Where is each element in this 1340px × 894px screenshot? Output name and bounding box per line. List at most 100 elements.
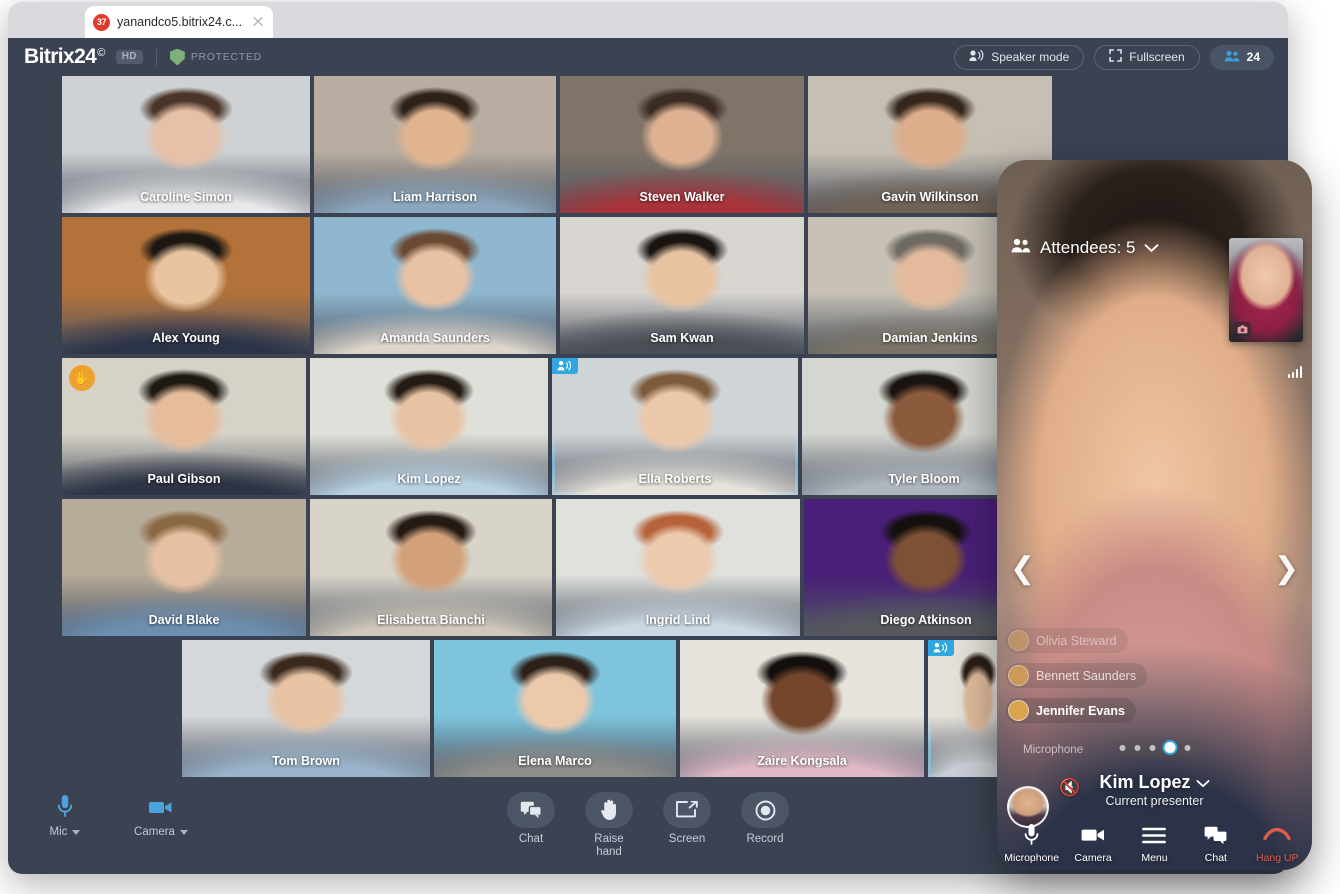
microphone-button[interactable]: Microphone (1003, 822, 1061, 864)
mobile-toolbar-button-label: Chat (1205, 852, 1227, 864)
microphone-icon (56, 792, 74, 822)
page-dot[interactable] (1119, 745, 1125, 751)
attendee-list-item[interactable]: Jennifer Evans (1006, 698, 1136, 723)
attendees-dropdown[interactable]: Attendees: 5 (1011, 238, 1159, 258)
next-page-arrow[interactable]: ❯ (1274, 554, 1299, 584)
toolbar-button-label: Screen (669, 833, 705, 846)
participant-name: Kim Lopez (310, 472, 548, 486)
page-dot[interactable] (1149, 745, 1155, 751)
participant-name: Liam Harrison (314, 190, 556, 204)
mic-text: Mic (50, 826, 68, 838)
participant-tile[interactable]: Caroline Simon (62, 76, 310, 213)
participant-tile[interactable]: Steven Walker (560, 76, 804, 213)
participant-tile[interactable]: David Blake (62, 499, 306, 636)
screen-button[interactable]: Screen (656, 792, 718, 859)
chevron-down-icon[interactable] (72, 830, 80, 835)
toolbar-center-group: Chat Raisehand Screen Record (500, 792, 796, 859)
participant-name: Sam Kwan (560, 331, 804, 345)
close-icon[interactable] (251, 15, 265, 29)
fullscreen-label: Fullscreen (1129, 50, 1184, 64)
copyright-icon: © (97, 47, 105, 59)
page-dot[interactable] (1134, 745, 1140, 751)
page-indicator[interactable] (1111, 738, 1198, 757)
fullscreen-button[interactable]: Fullscreen (1094, 45, 1199, 70)
participant-tile[interactable]: Alex Young (62, 217, 310, 354)
attendees-label: Attendees: 5 (1040, 238, 1135, 258)
presenter-name-row[interactable]: Kim Lopez (997, 772, 1312, 793)
participant-tile[interactable]: Ingrid Lind (556, 499, 800, 636)
brand-name: Bitrix24 (24, 45, 96, 69)
participant-tile[interactable]: Ella Roberts (552, 358, 798, 495)
header-divider (156, 49, 157, 66)
mic-toggle-button[interactable]: Mic (30, 792, 100, 838)
attendee-list-item[interactable]: Bennett Saunders (1006, 663, 1147, 688)
header-actions: Speaker mode Fullscreen (954, 45, 1274, 70)
previous-page-arrow[interactable]: ❮ (1010, 554, 1035, 584)
raise-hand-button[interactable]: Raisehand (578, 792, 640, 859)
video-grid: Caroline Simon Liam Harrison Steven Walker… (62, 76, 1034, 781)
video-grid-row: David Blake Elisabetta Bianchi Ingrid Lind… (62, 499, 1034, 636)
participant-name: Amanda Saunders (314, 331, 556, 345)
chevron-down-icon[interactable] (1196, 772, 1210, 792)
avatar (1008, 630, 1029, 651)
bitrix24-logo: Bitrix24 © (24, 45, 105, 69)
speaker-icon (969, 49, 984, 65)
mic-label: Mic (50, 826, 81, 838)
chat-button[interactable]: Chat (1187, 822, 1245, 864)
raise-hand-icon: ✋ (69, 365, 95, 391)
menu-icon (1142, 822, 1166, 848)
participant-tile[interactable]: ✋Paul Gibson (62, 358, 306, 495)
avatar (1008, 700, 1029, 721)
participants-count-button[interactable]: 24 (1210, 45, 1274, 70)
mobile-toolbar-button-label: Camera (1074, 852, 1111, 864)
hang-up-button[interactable]: Hang UP (1248, 822, 1306, 864)
participant-tile[interactable]: Tom Brown (182, 640, 430, 777)
speaker-mode-button[interactable]: Speaker mode (954, 45, 1084, 70)
attendee-name: Bennett Saunders (1036, 669, 1136, 683)
camera-button[interactable]: Camera (1064, 822, 1122, 864)
self-view-thumbnail[interactable] (1229, 238, 1303, 342)
chevron-down-icon[interactable] (180, 830, 188, 835)
mobile-toolbar-button-label: Hang UP (1256, 852, 1299, 864)
camera-label: Camera (134, 826, 188, 838)
participant-tile[interactable]: Elena Marco (434, 640, 676, 777)
participant-tile[interactable]: Sam Kwan (560, 217, 804, 354)
switch-camera-icon[interactable] (1234, 322, 1251, 336)
participant-name: David Blake (62, 613, 306, 627)
attendee-list-item[interactable]: Olivia Steward (1006, 628, 1128, 653)
video-grid-row: Tom BrownElena MarcoZaire Kongsala (182, 640, 1034, 777)
video-grid-row: Alex YoungAmanda SaundersSam Kwan✋Damian… (62, 217, 1034, 354)
toolbar-button-label: Chat (519, 833, 543, 846)
microphone-status-label: Microphone (1023, 744, 1083, 756)
active-speaker-icon (552, 358, 578, 374)
page-dot[interactable] (1184, 745, 1190, 751)
attendee-name-list: Olivia Steward Bennett Saunders Jennifer E… (1006, 628, 1196, 733)
mobile-toolbar-button-label: Microphone (1004, 852, 1059, 864)
camera-icon (1081, 822, 1106, 848)
signal-strength-icon (1288, 366, 1303, 378)
participant-tile[interactable]: Amanda Saunders (314, 217, 556, 354)
participant-tile[interactable]: Kim Lopez (310, 358, 548, 495)
browser-tab[interactable]: 37 yanandco5.bitrix24.c... (85, 6, 273, 38)
participant-tile[interactable]: Liam Harrison (314, 76, 556, 213)
record-button[interactable]: Record (734, 792, 796, 859)
participant-tile[interactable]: Elisabetta Bianchi (310, 499, 552, 636)
participant-name: Ingrid Lind (556, 613, 800, 627)
camera-toggle-button[interactable]: Camera (126, 792, 196, 838)
chat-button[interactable]: Chat (500, 792, 562, 859)
video-grid-row: Caroline Simon Liam Harrison Steven Walker… (62, 76, 1034, 213)
presenter-info: Kim Lopez Current presenter (997, 772, 1312, 808)
people-icon (1011, 238, 1031, 258)
page-dot[interactable] (1164, 742, 1175, 753)
speaker-mode-label: Speaker mode (991, 50, 1069, 64)
protected-status: PROTECTED (170, 49, 262, 66)
toolbar-button-label: Record (746, 833, 783, 846)
shield-icon (170, 49, 185, 66)
chevron-down-icon[interactable] (1144, 238, 1159, 258)
participant-name: Alex Young (62, 331, 310, 345)
menu-button[interactable]: Menu (1125, 822, 1183, 864)
avatar (1008, 665, 1029, 686)
participant-tile[interactable]: Zaire Kongsala (680, 640, 924, 777)
participant-name: Steven Walker (560, 190, 804, 204)
participants-count-label: 24 (1247, 50, 1260, 64)
